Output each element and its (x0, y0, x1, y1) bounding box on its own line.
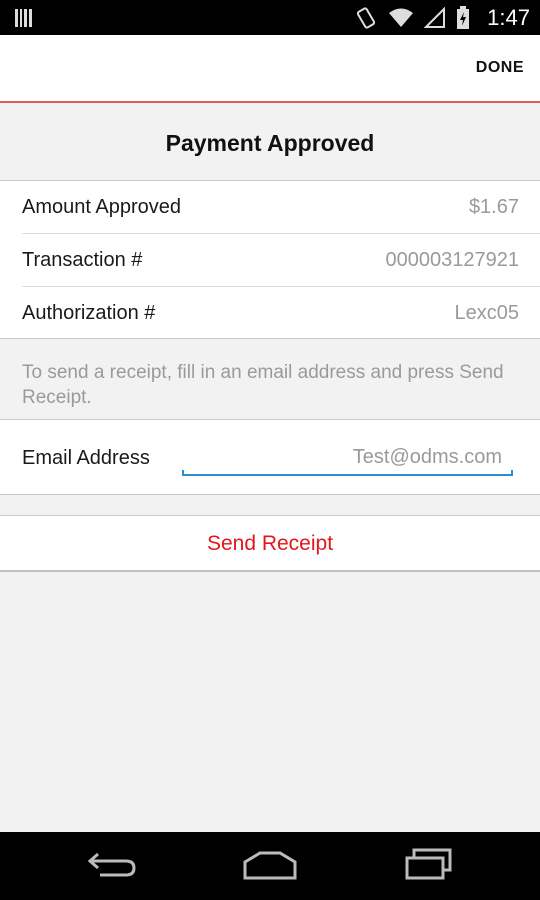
email-card: Email Address (0, 419, 540, 495)
done-button[interactable]: DONE (476, 59, 524, 77)
payment-details-card: Amount Approved $1.67 Transaction # 0000… (0, 180, 540, 339)
signal-icon (424, 7, 445, 28)
status-bar: 1:47 (0, 0, 540, 35)
action-bar: DONE (0, 35, 540, 103)
navigation-bar (0, 832, 540, 900)
notification-barcode-icon (15, 9, 32, 27)
email-field[interactable] (182, 440, 513, 474)
battery-charging-icon (457, 6, 469, 29)
detail-row-transaction: Transaction # 000003127921 (22, 233, 540, 286)
clock: 1:47 (487, 5, 530, 30)
detail-label: Authorization # (22, 302, 156, 324)
email-label: Email Address (22, 447, 150, 469)
page-title: Payment Approved (0, 103, 540, 180)
detail-row-amount: Amount Approved $1.67 (0, 181, 540, 233)
detail-label: Transaction # (22, 249, 143, 271)
receipt-hint: To send a receipt, fill in an email addr… (22, 362, 504, 408)
vibrate-icon (356, 7, 376, 29)
detail-label: Amount Approved (22, 196, 181, 218)
home-icon[interactable] (242, 848, 298, 880)
send-receipt-button[interactable]: Send Receipt (0, 515, 540, 572)
send-receipt-label: Send Receipt (206, 532, 334, 555)
wifi-icon (389, 8, 413, 27)
detail-value: Lexc05 (454, 302, 520, 324)
detail-value: $1.67 (468, 196, 519, 218)
detail-value: 000003127921 (385, 249, 519, 271)
status-icons (354, 6, 470, 30)
email-field-underline (182, 470, 513, 476)
recent-apps-icon[interactable] (404, 848, 454, 880)
detail-row-authorization: Authorization # Lexc05 (22, 286, 540, 339)
back-icon[interactable] (86, 848, 138, 880)
